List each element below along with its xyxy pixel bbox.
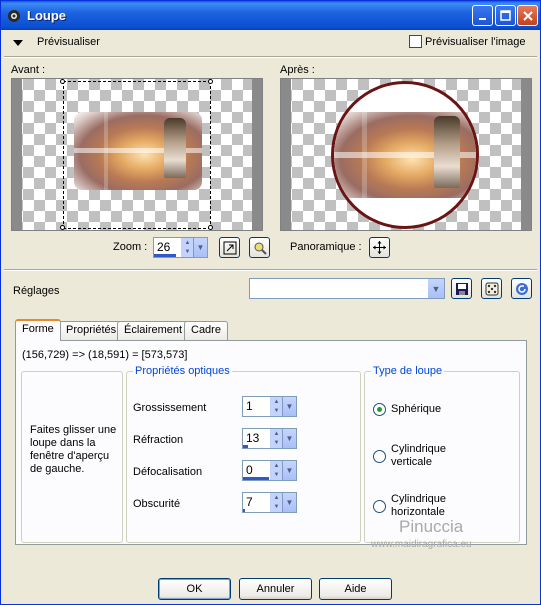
tab-panel-forme: (156,729) => (18,591) = [573,573] Faites… — [15, 340, 527, 545]
hint-box: Faites glisser une loupe dans la fenêtre… — [21, 371, 123, 543]
refraction-value[interactable]: 13 — [246, 431, 259, 445]
app-icon — [5, 7, 23, 25]
magnification-spinner[interactable]: 1 ▲ ▼ ▼ — [242, 396, 297, 417]
proof-icon — [254, 242, 267, 255]
lens-type-title: Type de loupe — [371, 365, 445, 377]
pan-button[interactable] — [369, 237, 390, 258]
maximize-button[interactable] — [495, 5, 516, 26]
settings-label: Réglages — [13, 285, 60, 297]
save-preset-icon — [455, 282, 468, 295]
reset-button[interactable] — [511, 278, 532, 299]
fit-zoom-button[interactable] — [219, 237, 240, 258]
lens-selection[interactable] — [63, 81, 211, 229]
pan-move-icon — [373, 241, 386, 254]
selection-handle[interactable] — [60, 225, 65, 230]
tab-proprietes[interactable]: Propriétés — [59, 321, 124, 340]
preview-image-checkbox[interactable] — [409, 35, 422, 48]
tab-eclairement[interactable]: Éclairement — [117, 321, 190, 340]
darkness-label: Obscurité — [133, 498, 181, 510]
save-preset-button[interactable] — [451, 278, 472, 299]
preview-section-label: Prévisualiser — [37, 36, 100, 48]
preview-image-checkbox-label: Prévisualiser l'image — [425, 36, 526, 48]
divider — [4, 269, 537, 271]
collapse-arrow-icon[interactable] — [13, 38, 23, 46]
defocus-label: Défocalisation — [133, 466, 203, 478]
zoom-dropdown[interactable]: ▼ — [193, 238, 207, 257]
horizontal-cylinder-label: Cylindrique horizontale — [391, 493, 447, 518]
settings-preset-dropdown[interactable]: ▼ — [428, 279, 444, 298]
before-preview[interactable] — [11, 78, 263, 231]
minimize-button[interactable] — [472, 5, 493, 26]
spherical-radio[interactable] — [373, 403, 386, 416]
preview-border — [252, 79, 262, 230]
loupe-dialog: Loupe Prévisualiser Prévisualiser l'imag… — [0, 0, 541, 605]
cancel-button[interactable]: Annuler — [239, 578, 312, 600]
optical-properties-group: Propriétés optiques Grossissement 1 ▲ ▼ ▼… — [126, 365, 361, 543]
darkness-spinner[interactable]: 7 ▲ ▼ ▼ — [242, 492, 297, 513]
refraction-spinner[interactable]: 13 ▲ ▼ ▼ — [242, 428, 297, 449]
selection-handle[interactable] — [60, 79, 65, 84]
coordinates-readout: (156,729) => (18,591) = [573,573] — [22, 349, 188, 361]
divider — [4, 56, 537, 58]
vertical-cylinder-label: Cylindrique verticale — [391, 443, 447, 468]
zoom-spin-arrows[interactable]: ▲ ▼ — [181, 238, 193, 257]
maximize-icon — [500, 10, 511, 21]
close-button[interactable] — [517, 5, 538, 26]
watermark-url: www.maidiragrafica.eu — [371, 539, 472, 550]
minimize-icon — [478, 17, 486, 20]
hint-text: Faites glisser une loupe dans la fenêtre… — [30, 424, 117, 475]
magnification-label: Grossissement — [133, 402, 207, 414]
after-preview — [280, 78, 532, 231]
defocus-spinner[interactable]: 0 ▲ ▼ ▼ — [242, 460, 297, 481]
darkness-value[interactable]: 7 — [246, 495, 253, 509]
defocus-value[interactable]: 0 — [246, 463, 253, 477]
ok-button[interactable]: OK — [158, 578, 231, 600]
selection-handle[interactable] — [208, 79, 213, 84]
before-label: Avant : — [11, 64, 46, 76]
fit-zoom-icon — [223, 241, 236, 254]
settings-preset-combo[interactable]: ▼ — [249, 278, 445, 299]
close-icon — [522, 10, 533, 21]
after-label: Après : — [280, 64, 315, 76]
watermark-name: Pinuccia — [399, 517, 464, 536]
zoom-spinner[interactable]: 26 ▲ ▼ ▼ — [153, 237, 208, 258]
zoom-label: Zoom : — [113, 241, 148, 253]
random-preset-button[interactable] — [481, 278, 502, 299]
preview-border — [281, 79, 291, 230]
spherical-label: Sphérique — [391, 403, 442, 415]
vertical-cylinder-radio[interactable] — [373, 450, 386, 463]
random-dice-icon — [485, 282, 498, 295]
lens-result — [331, 81, 479, 229]
optical-properties-title: Propriétés optiques — [133, 365, 232, 377]
selection-handle[interactable] — [208, 225, 213, 230]
horizontal-cylinder-radio[interactable] — [373, 500, 386, 513]
preview-border — [12, 79, 22, 230]
proof-button[interactable] — [249, 237, 270, 258]
help-button[interactable]: Aide — [319, 578, 392, 600]
refraction-label: Réfraction — [133, 434, 184, 446]
title-bar[interactable]: Loupe — [1, 1, 540, 30]
panoramic-label: Panoramique : — [290, 241, 362, 253]
window-title: Loupe — [27, 8, 66, 23]
tab-cadre[interactable]: Cadre — [184, 321, 228, 340]
magnification-value[interactable]: 1 — [246, 399, 253, 413]
reset-icon — [515, 282, 528, 295]
tab-forme[interactable]: Forme — [15, 319, 61, 341]
zoom-value[interactable]: 26 — [157, 240, 170, 254]
preview-border — [521, 79, 531, 230]
